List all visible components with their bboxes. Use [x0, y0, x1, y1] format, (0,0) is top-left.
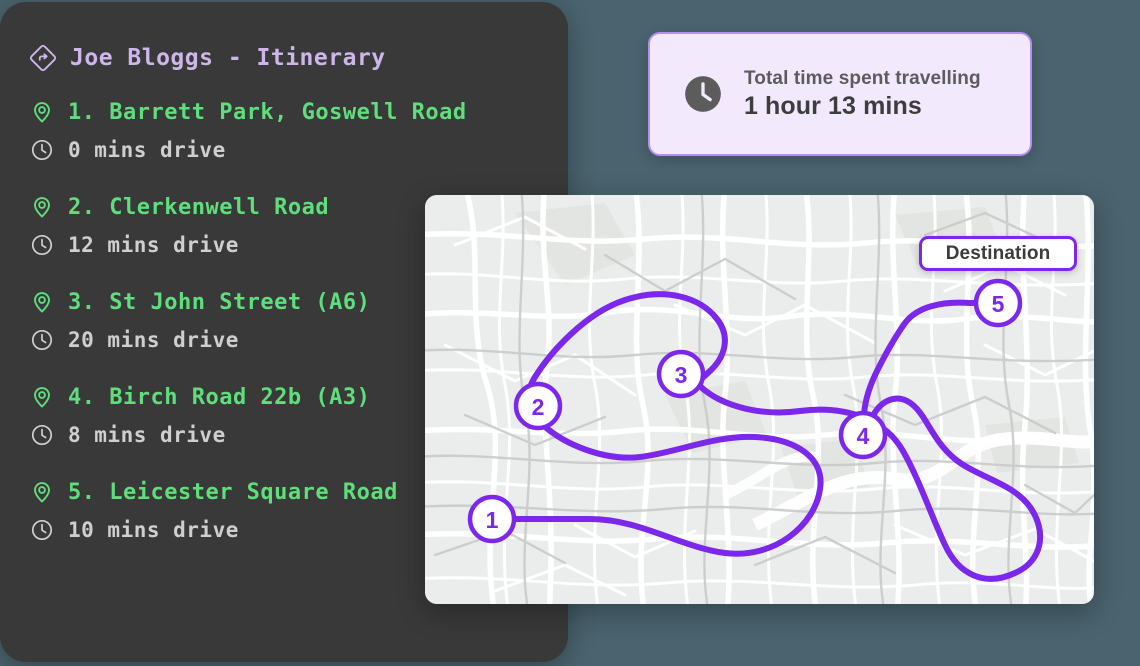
map-marker-1[interactable]: 1: [467, 494, 517, 544]
map-pin-icon: [30, 480, 54, 504]
map-pin-icon: [30, 385, 54, 409]
map-marker-3[interactable]: 3: [656, 349, 706, 399]
total-time-label: Total time spent travelling: [744, 67, 981, 89]
total-time-value: 1 hour 13 mins: [744, 91, 922, 120]
clock-icon: [30, 233, 54, 257]
stop-drive-5: 10 mins drive: [68, 518, 239, 542]
itinerary-stop-1: 1. Barrett Park, Goswell Road 0 mins dri…: [30, 94, 568, 167]
stop-name-row-1[interactable]: 1. Barrett Park, Goswell Road: [30, 94, 568, 130]
itinerary-title-label: Joe Bloggs - Itinerary: [70, 45, 386, 71]
map-marker-5[interactable]: 5: [973, 278, 1023, 328]
stop-name-2: 2. Clerkenwell Road: [68, 194, 330, 220]
map-marker-3-label: 3: [675, 362, 688, 388]
map-marker-4[interactable]: 4: [838, 410, 888, 460]
stop-drive-1: 0 mins drive: [68, 138, 226, 162]
clock-filled-icon: [682, 73, 724, 115]
stop-name-3: 3. St John Street (A6): [68, 289, 371, 315]
map-marker-2[interactable]: 2: [513, 381, 563, 431]
clock-icon: [30, 423, 54, 447]
stop-drive-4: 8 mins drive: [68, 423, 226, 447]
stop-name-5: 5. Leicester Square Road: [68, 479, 398, 505]
stop-drive-2: 12 mins drive: [68, 233, 239, 257]
clock-icon: [30, 138, 54, 162]
map-marker-1-label: 1: [486, 507, 499, 533]
stop-name-4: 4. Birch Road 22b (A3): [68, 384, 371, 410]
map-marker-2-label: 2: [532, 394, 545, 420]
itinerary-title: Joe Bloggs - Itinerary: [30, 38, 568, 78]
clock-icon: [30, 518, 54, 542]
clock-icon: [30, 328, 54, 352]
stop-drive-3: 20 mins drive: [68, 328, 239, 352]
map-pin-icon: [30, 290, 54, 314]
map-marker-4-label: 4: [857, 423, 870, 449]
badge-text-wrap: Total time spent travelling 1 hour 13 mi…: [744, 68, 981, 121]
stop-drive-row-1: 0 mins drive: [30, 133, 568, 167]
map-pin-icon: [30, 100, 54, 124]
map-pin-icon: [30, 195, 54, 219]
destination-label-pill: Destination: [919, 236, 1077, 271]
total-time-badge: Total time spent travelling 1 hour 13 mi…: [648, 32, 1032, 156]
stop-name-1: 1. Barrett Park, Goswell Road: [68, 99, 467, 125]
route-sign-icon: [30, 45, 56, 71]
destination-label-text: Destination: [945, 242, 1051, 264]
map-marker-5-label: 5: [992, 291, 1005, 317]
